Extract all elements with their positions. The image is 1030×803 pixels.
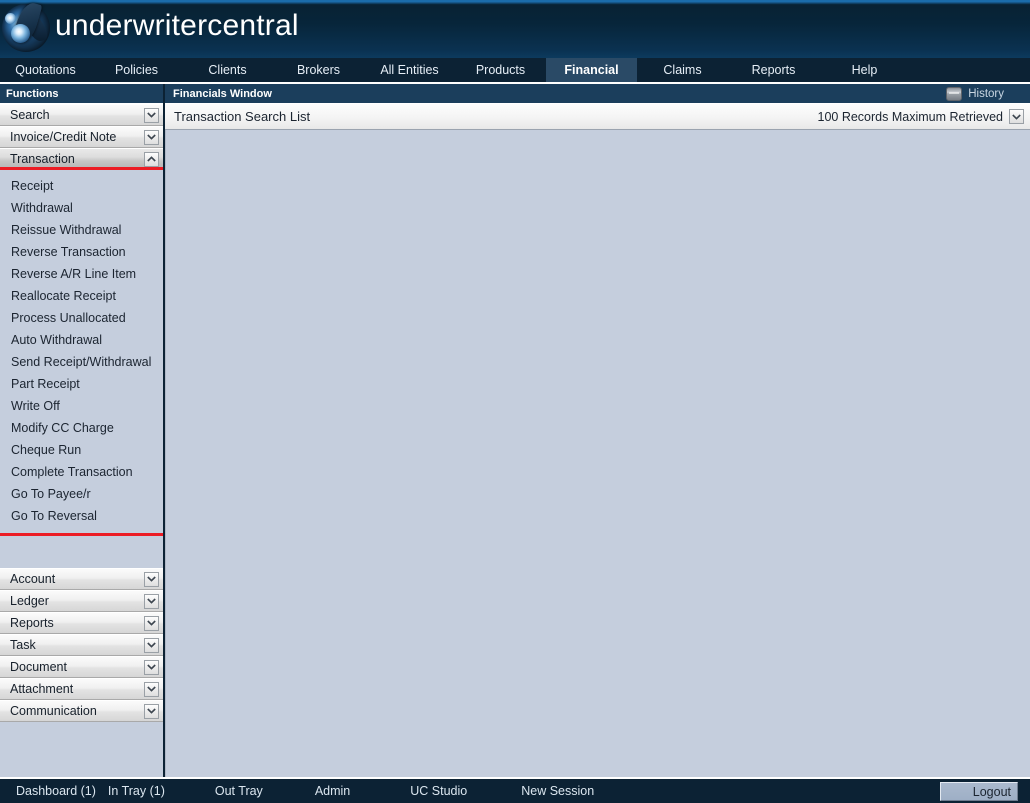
sidebar-section-label: Attachment (10, 682, 74, 696)
window-title: Financials Window (173, 87, 272, 100)
nav-tab-products[interactable]: Products (455, 58, 546, 82)
brand-header: underwritercentral (0, 0, 1030, 58)
menu-item-reverse-a-r-line-item[interactable]: Reverse A/R Line Item (0, 263, 163, 285)
sidebar-section-label: Search (10, 108, 50, 122)
menu-item-auto-withdrawal[interactable]: Auto Withdrawal (0, 329, 163, 351)
chevron-down-icon[interactable] (144, 637, 159, 653)
logout-button[interactable]: Logout (940, 782, 1018, 801)
chevron-down-icon[interactable] (1009, 109, 1024, 124)
status-item-admin[interactable]: Admin (309, 784, 356, 798)
menu-item-reverse-transaction[interactable]: Reverse Transaction (0, 241, 163, 263)
menu-item-go-to-reversal[interactable]: Go To Reversal (0, 505, 163, 527)
nav-tab-financial[interactable]: Financial (546, 58, 637, 82)
menu-item-write-off[interactable]: Write Off (0, 395, 163, 417)
sidebar-section-label: Reports (10, 616, 54, 630)
nav-tab-reports[interactable]: Reports (728, 58, 819, 82)
sidebar-section-reports[interactable]: Reports (0, 612, 163, 634)
nav-tab-all-entities[interactable]: All Entities (364, 58, 455, 82)
sidebar-section-label: Document (10, 660, 67, 674)
sidebar-section-transaction[interactable]: Transaction (0, 148, 163, 170)
chevron-down-icon[interactable] (144, 107, 159, 123)
status-item-new-session[interactable]: New Session (515, 784, 600, 798)
chevron-down-icon[interactable] (144, 129, 159, 145)
sidebar-section-label: Ledger (10, 594, 49, 608)
menu-item-send-receipt-withdrawal[interactable]: Send Receipt/Withdrawal (0, 351, 163, 373)
sidebar-section-task[interactable]: Task (0, 634, 163, 656)
menu-item-withdrawal[interactable]: Withdrawal (0, 197, 163, 219)
records-selector[interactable]: 100 Records Maximum Retrieved (817, 109, 1024, 124)
window-title-bar: Financials Window History (165, 84, 1030, 104)
history-label: History (968, 87, 1004, 100)
application-window: underwritercentral Quotations Policies Cli… (0, 0, 1030, 803)
sidebar-section-document[interactable]: Document (0, 656, 163, 678)
history-button[interactable]: History (946, 86, 1024, 101)
status-bar-items: Dashboard (1) In Tray (1) Out Tray Admin UC … (0, 784, 600, 798)
sidebar-section-panel-transaction: Receipt Withdrawal Reissue Withdrawal Rever… (0, 167, 163, 536)
menu-item-reissue-withdrawal[interactable]: Reissue Withdrawal (0, 219, 163, 241)
sidebar-sections: Search Invoice/Credit Note Transaction Rece… (0, 104, 163, 777)
menu-item-cheque-run[interactable]: Cheque Run (0, 439, 163, 461)
main-navigation: Quotations Policies Clients Brokers All Enti… (0, 58, 1030, 84)
sidebar-title: Functions (0, 84, 163, 104)
chevron-down-icon[interactable] (144, 615, 159, 631)
records-label: 100 Records Maximum Retrieved (817, 109, 1004, 124)
nav-tab-quotations[interactable]: Quotations (0, 58, 91, 82)
subbar-title: Transaction Search List (174, 109, 311, 124)
chevron-down-icon[interactable] (144, 571, 159, 587)
sidebar-section-communication[interactable]: Communication (0, 700, 163, 722)
menu-item-modify-cc-charge[interactable]: Modify CC Charge (0, 417, 163, 439)
status-bar: Dashboard (1) In Tray (1) Out Tray Admin UC … (0, 777, 1030, 803)
chevron-down-icon[interactable] (144, 659, 159, 675)
functions-sidebar: Functions Search Invoice/Credit Note Trans… (0, 84, 165, 777)
body-region: Functions Search Invoice/Credit Note Trans… (0, 84, 1030, 777)
status-item-dashboard-1-[interactable]: Dashboard (1) (10, 784, 102, 798)
menu-item-process-unallocated[interactable]: Process Unallocated (0, 307, 163, 329)
sidebar-section-label: Account (10, 572, 56, 586)
nav-tab-policies[interactable]: Policies (91, 58, 182, 82)
sidebar-section-invoice-credit-note[interactable]: Invoice/Credit Note (0, 126, 163, 148)
chevron-down-icon[interactable] (144, 681, 159, 697)
financials-window: Financials Window History Transaction Se… (165, 84, 1030, 777)
transaction-results-area (165, 130, 1030, 777)
nav-tab-clients[interactable]: Clients (182, 58, 273, 82)
chevron-down-icon[interactable] (144, 593, 159, 609)
menu-item-go-to-payee-r[interactable]: Go To Payee/r (0, 483, 163, 505)
nav-tab-help[interactable]: Help (819, 58, 910, 82)
status-item-uc-studio[interactable]: UC Studio (404, 784, 473, 798)
status-item-in-tray-1-[interactable]: In Tray (1) (102, 784, 171, 798)
menu-item-receipt[interactable]: Receipt (0, 175, 163, 197)
sidebar-section-ledger[interactable]: Ledger (0, 590, 163, 612)
sidebar-section-label: Task (10, 638, 36, 652)
sidebar-section-search[interactable]: Search (0, 104, 163, 126)
status-item-out-tray[interactable]: Out Tray (209, 784, 269, 798)
nav-tab-claims[interactable]: Claims (637, 58, 728, 82)
brand-title: underwritercentral (55, 9, 299, 42)
sidebar-spacer (0, 533, 163, 568)
sidebar-section-label: Invoice/Credit Note (10, 130, 117, 144)
chevron-up-icon[interactable] (144, 151, 159, 167)
history-box-icon (946, 86, 963, 101)
swirl-logo-icon (0, 0, 54, 58)
menu-item-complete-transaction[interactable]: Complete Transaction (0, 461, 163, 483)
menu-item-reallocate-receipt[interactable]: Reallocate Receipt (0, 285, 163, 307)
sidebar-section-attachment[interactable]: Attachment (0, 678, 163, 700)
menu-item-part-receipt[interactable]: Part Receipt (0, 373, 163, 395)
nav-tab-brokers[interactable]: Brokers (273, 58, 364, 82)
chevron-down-icon[interactable] (144, 703, 159, 719)
sidebar-section-account[interactable]: Account (0, 568, 163, 590)
transaction-search-subbar: Transaction Search List 100 Records Maxi… (165, 104, 1030, 130)
sidebar-section-label: Transaction (10, 152, 75, 166)
sidebar-section-label: Communication (10, 704, 97, 718)
